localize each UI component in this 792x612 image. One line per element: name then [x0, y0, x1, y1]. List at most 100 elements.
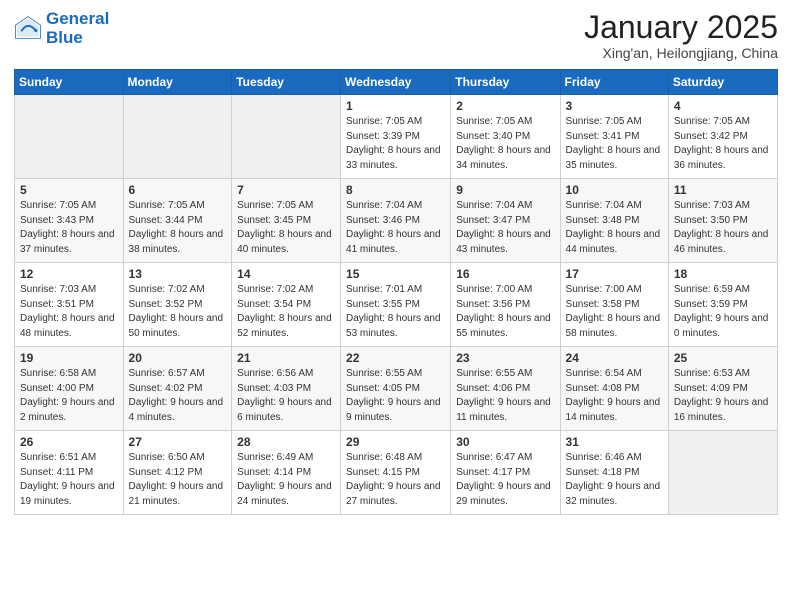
day-info: Sunrise: 7:05 AMSunset: 3:45 PMDaylight:… — [237, 199, 335, 257]
day-number: 30 — [456, 435, 554, 449]
weekday-sunday: Sunday — [15, 70, 124, 95]
day-number: 16 — [456, 267, 554, 281]
day-info: Sunrise: 7:05 AMSunset: 3:43 PMDaylight:… — [20, 199, 118, 257]
day-cell: 19Sunrise: 6:58 AMSunset: 4:00 PMDayligh… — [15, 347, 124, 431]
day-cell — [232, 95, 341, 179]
day-number: 25 — [674, 351, 772, 365]
weekday-friday: Friday — [560, 70, 668, 95]
day-info: Sunrise: 6:47 AMSunset: 4:17 PMDaylight:… — [456, 451, 554, 509]
day-cell: 28Sunrise: 6:49 AMSunset: 4:14 PMDayligh… — [232, 431, 341, 515]
day-number: 20 — [129, 351, 227, 365]
day-cell: 30 Sunrise: 6:47 AMSunset: 4:17 PMDayligh… — [451, 431, 560, 515]
day-cell: 21Sunrise: 6:56 AMSunset: 4:03 PMDayligh… — [232, 347, 341, 431]
day-info: Sunrise: 6:54 AMSunset: 4:08 PMDaylight:… — [566, 367, 663, 425]
day-number: 29 — [346, 435, 445, 449]
day-cell: 4 Sunrise: 7:05 AMSunset: 3:42 PMDaylight… — [668, 95, 777, 179]
day-number: 17 — [566, 267, 663, 281]
day-info: Sunrise: 7:01 AMSunset: 3:55 PMDaylight:… — [346, 283, 445, 341]
day-number: 26 — [20, 435, 118, 449]
title-area: January 2025 Xing'an, Heilongjiang, Chin… — [584, 10, 778, 61]
day-number: 18 — [674, 267, 772, 281]
day-cell: 1Sunrise: 7:05 AMSunset: 3:39 PMDaylight… — [341, 95, 451, 179]
day-cell: 31 Sunrise: 6:46 AMSunset: 4:18 PMDayligh… — [560, 431, 668, 515]
day-number: 23 — [456, 351, 554, 365]
day-cell: 23 Sunrise: 6:55 AMSunset: 4:06 PMDayligh… — [451, 347, 560, 431]
day-number: 6 — [129, 183, 227, 197]
day-cell: 13Sunrise: 7:02 AMSunset: 3:52 PMDayligh… — [123, 263, 232, 347]
day-info: Sunrise: 6:55 AMSunset: 4:05 PMDaylight:… — [346, 367, 445, 425]
calendar-page: General Blue January 2025 Xing'an, Heilo… — [0, 0, 792, 529]
week-row-3: 12 Sunrise: 7:03 AMSunset: 3:51 PMDayligh… — [15, 263, 778, 347]
day-cell: 26 Sunrise: 6:51 AMSunset: 4:11 PMDayligh… — [15, 431, 124, 515]
day-info: Sunrise: 6:48 AMSunset: 4:15 PMDaylight:… — [346, 451, 445, 509]
day-cell: 24 Sunrise: 6:54 AMSunset: 4:08 PMDayligh… — [560, 347, 668, 431]
day-number: 27 — [129, 435, 227, 449]
day-info: Sunrise: 7:02 AMSunset: 3:52 PMDaylight:… — [129, 283, 227, 341]
day-cell — [668, 431, 777, 515]
day-cell: 27 Sunrise: 6:50 AMSunset: 4:12 PMDayligh… — [123, 431, 232, 515]
day-info: Sunrise: 7:04 AMSunset: 3:47 PMDaylight:… — [456, 199, 554, 257]
week-row-5: 26 Sunrise: 6:51 AMSunset: 4:11 PMDayligh… — [15, 431, 778, 515]
week-row-4: 19Sunrise: 6:58 AMSunset: 4:00 PMDayligh… — [15, 347, 778, 431]
day-number: 9 — [456, 183, 554, 197]
day-cell: 11Sunrise: 7:03 AMSunset: 3:50 PMDayligh… — [668, 179, 777, 263]
day-number: 11 — [674, 183, 772, 197]
day-number: 22 — [346, 351, 445, 365]
calendar-subtitle: Xing'an, Heilongjiang, China — [584, 45, 778, 61]
day-info: Sunrise: 7:05 AMSunset: 3:40 PMDaylight:… — [456, 115, 554, 173]
day-number: 8 — [346, 183, 445, 197]
day-number: 7 — [237, 183, 335, 197]
day-info: Sunrise: 6:59 AMSunset: 3:59 PMDaylight:… — [674, 283, 772, 341]
day-number: 24 — [566, 351, 663, 365]
day-cell: 9 Sunrise: 7:04 AMSunset: 3:47 PMDaylight… — [451, 179, 560, 263]
day-cell: 18 Sunrise: 6:59 AMSunset: 3:59 PMDayligh… — [668, 263, 777, 347]
day-cell: 5Sunrise: 7:05 AMSunset: 3:43 PMDaylight… — [15, 179, 124, 263]
week-row-1: 1Sunrise: 7:05 AMSunset: 3:39 PMDaylight… — [15, 95, 778, 179]
day-cell: 14Sunrise: 7:02 AMSunset: 3:54 PMDayligh… — [232, 263, 341, 347]
day-number: 4 — [674, 99, 772, 113]
day-info: Sunrise: 7:00 AMSunset: 3:56 PMDaylight:… — [456, 283, 554, 341]
day-info: Sunrise: 6:50 AMSunset: 4:12 PMDaylight:… — [129, 451, 227, 509]
day-info: Sunrise: 6:55 AMSunset: 4:06 PMDaylight:… — [456, 367, 554, 425]
day-info: Sunrise: 6:53 AMSunset: 4:09 PMDaylight:… — [674, 367, 772, 425]
calendar-table: SundayMondayTuesdayWednesdayThursdayFrid… — [14, 69, 778, 515]
day-number: 2 — [456, 99, 554, 113]
day-number: 10 — [566, 183, 663, 197]
weekday-wednesday: Wednesday — [341, 70, 451, 95]
day-cell: 17 Sunrise: 7:00 AMSunset: 3:58 PMDayligh… — [560, 263, 668, 347]
day-number: 12 — [20, 267, 118, 281]
day-cell: 10Sunrise: 7:04 AMSunset: 3:48 PMDayligh… — [560, 179, 668, 263]
day-info: Sunrise: 7:05 AMSunset: 3:44 PMDaylight:… — [129, 199, 227, 257]
day-number: 15 — [346, 267, 445, 281]
day-cell: 25 Sunrise: 6:53 AMSunset: 4:09 PMDayligh… — [668, 347, 777, 431]
day-info: Sunrise: 6:58 AMSunset: 4:00 PMDaylight:… — [20, 367, 118, 425]
day-number: 31 — [566, 435, 663, 449]
day-cell: 22 Sunrise: 6:55 AMSunset: 4:05 PMDayligh… — [341, 347, 451, 431]
day-info: Sunrise: 7:04 AMSunset: 3:46 PMDaylight:… — [346, 199, 445, 257]
day-cell: 8 Sunrise: 7:04 AMSunset: 3:46 PMDaylight… — [341, 179, 451, 263]
day-info: Sunrise: 6:56 AMSunset: 4:03 PMDaylight:… — [237, 367, 335, 425]
day-info: Sunrise: 6:57 AMSunset: 4:02 PMDaylight:… — [129, 367, 227, 425]
day-number: 3 — [566, 99, 663, 113]
day-cell: 12 Sunrise: 7:03 AMSunset: 3:51 PMDayligh… — [15, 263, 124, 347]
day-info: Sunrise: 7:00 AMSunset: 3:58 PMDaylight:… — [566, 283, 663, 341]
day-cell: 6 Sunrise: 7:05 AMSunset: 3:44 PMDaylight… — [123, 179, 232, 263]
day-cell: 7 Sunrise: 7:05 AMSunset: 3:45 PMDaylight… — [232, 179, 341, 263]
weekday-saturday: Saturday — [668, 70, 777, 95]
weekday-thursday: Thursday — [451, 70, 560, 95]
day-info: Sunrise: 7:03 AMSunset: 3:51 PMDaylight:… — [20, 283, 118, 341]
weekday-tuesday: Tuesday — [232, 70, 341, 95]
day-info: Sunrise: 6:51 AMSunset: 4:11 PMDaylight:… — [20, 451, 118, 509]
day-info: Sunrise: 7:05 AMSunset: 3:41 PMDaylight:… — [566, 115, 663, 173]
day-cell: 15 Sunrise: 7:01 AMSunset: 3:55 PMDayligh… — [341, 263, 451, 347]
weekday-monday: Monday — [123, 70, 232, 95]
logo: General Blue — [14, 10, 109, 47]
day-info: Sunrise: 7:05 AMSunset: 3:42 PMDaylight:… — [674, 115, 772, 173]
weekday-header-row: SundayMondayTuesdayWednesdayThursdayFrid… — [15, 70, 778, 95]
day-cell: 16 Sunrise: 7:00 AMSunset: 3:56 PMDayligh… — [451, 263, 560, 347]
day-cell: 3 Sunrise: 7:05 AMSunset: 3:41 PMDaylight… — [560, 95, 668, 179]
day-cell: 20 Sunrise: 6:57 AMSunset: 4:02 PMDayligh… — [123, 347, 232, 431]
day-number: 28 — [237, 435, 335, 449]
day-cell: 2 Sunrise: 7:05 AMSunset: 3:40 PMDaylight… — [451, 95, 560, 179]
day-info: Sunrise: 6:46 AMSunset: 4:18 PMDaylight:… — [566, 451, 663, 509]
